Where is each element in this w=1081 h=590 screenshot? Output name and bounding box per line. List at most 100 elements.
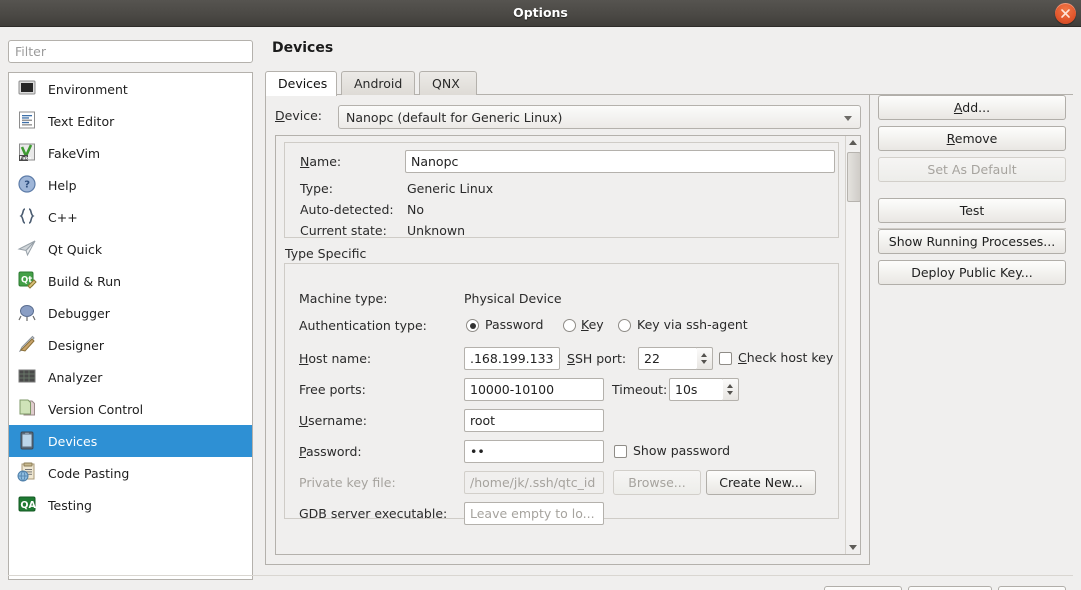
documents-icon <box>19 399 35 416</box>
help-icon: ? <box>18 175 36 193</box>
device-phone-icon <box>20 431 34 450</box>
scroll-down-button[interactable] <box>846 540 860 554</box>
autodetected-label: Auto-detected: <box>300 202 394 217</box>
sidebar-item-label: Testing <box>48 497 92 513</box>
qa-icon: QA <box>18 496 36 512</box>
radio-password[interactable] <box>466 319 479 332</box>
sidebar-item-environment[interactable]: Environment <box>9 73 252 105</box>
chevron-down-icon <box>849 545 857 550</box>
deploy-public-key-button[interactable]: Deploy Public Key... <box>878 260 1066 285</box>
ok-button[interactable]: OK <box>998 586 1066 590</box>
code-pasting-icon <box>17 462 39 484</box>
password-label: Password: <box>299 444 362 459</box>
sidebar-item-version-control[interactable]: Version Control <box>9 393 252 425</box>
host-name-label: Host name: <box>299 351 372 366</box>
sidebar-item-label: Qt Quick <box>48 241 103 257</box>
browse-button: Browse... <box>613 470 701 495</box>
add-button[interactable]: Add... <box>878 95 1066 120</box>
sidebar-item-label: C++ <box>48 209 78 225</box>
help-icon: ? <box>17 174 39 196</box>
scrollbar-thumb[interactable] <box>847 152 860 202</box>
designer-icon <box>18 335 35 353</box>
sidebar-item-help[interactable]: ? Help <box>9 169 252 201</box>
timeout-stepper[interactable] <box>723 378 739 401</box>
svg-text:QA: QA <box>20 500 36 511</box>
scroll-up-button[interactable] <box>846 136 860 150</box>
sidebar-item-testing[interactable]: QA Testing <box>9 489 252 521</box>
dialog-buttonbar: Apply Cancel OK <box>0 575 1081 590</box>
actions-divider <box>878 228 1066 229</box>
sidebar-item-label: FakeVim <box>48 145 101 161</box>
braces-icon <box>19 208 35 224</box>
ssh-port-stepper[interactable] <box>697 347 713 370</box>
type-specific-caption: Type Specific <box>285 246 367 261</box>
free-ports-input[interactable] <box>464 378 604 401</box>
sidebar-item-build-run[interactable]: Qt Build & Run <box>9 265 252 297</box>
password-input[interactable] <box>464 440 604 463</box>
sidebar-item-analyzer[interactable]: Analyzer <box>9 361 252 393</box>
tab-qnx[interactable]: QNX <box>419 71 477 95</box>
radio-key[interactable] <box>563 319 576 332</box>
create-new-button[interactable]: Create New... <box>706 470 816 495</box>
tab-android[interactable]: Android <box>341 71 415 95</box>
sidebar-item-label: Build & Run <box>48 273 122 289</box>
qt-build-icon: Qt <box>18 271 37 289</box>
titlebar: Options <box>0 0 1081 27</box>
sidebar-item-label: Debugger <box>48 305 110 321</box>
sidebar-item-text-editor[interactable]: Text Editor <box>9 105 252 137</box>
host-name-input[interactable] <box>464 347 560 370</box>
device-details-content: Name: Type: Generic Linux Auto-detected:… <box>276 136 847 554</box>
sidebar[interactable]: Environment Text Editor Fake FakeVim ? Help C+… <box>8 72 253 580</box>
sidebar-item-label: Environment <box>48 81 128 97</box>
chevron-down-icon <box>844 116 852 121</box>
device-details-scrollarea: Name: Type: Generic Linux Auto-detected:… <box>275 135 861 555</box>
device-phone-icon <box>17 430 39 452</box>
username-input[interactable] <box>464 409 604 432</box>
search-input[interactable] <box>8 40 253 63</box>
tab-devices[interactable]: Devices <box>265 71 337 96</box>
timeout-input[interactable] <box>669 378 724 401</box>
sidebar-item-qt-quick[interactable]: Qt Quick <box>9 233 252 265</box>
machine-type-value: Physical Device <box>464 291 562 306</box>
chevron-up-icon <box>701 353 707 357</box>
test-button[interactable]: Test <box>878 198 1066 223</box>
device-combobox[interactable]: Nanopc (default for Generic Linux) <box>338 105 861 129</box>
check-host-key-checkbox[interactable] <box>719 352 732 365</box>
ssh-port-input[interactable] <box>638 347 698 370</box>
apply-button[interactable]: Apply <box>824 586 902 590</box>
sidebar-item-c[interactable]: C++ <box>9 201 252 233</box>
show-password-label: Show password <box>633 443 731 458</box>
set-as-default-button: Set As Default <box>878 157 1066 182</box>
close-icon[interactable] <box>1055 3 1076 24</box>
page-title: Devices <box>272 40 334 56</box>
show-running-processes-button[interactable]: Show Running Processes... <box>878 229 1066 254</box>
show-password-checkbox[interactable] <box>614 445 627 458</box>
sidebar-item-debugger[interactable]: Debugger <box>9 297 252 329</box>
sidebar-item-designer[interactable]: Designer <box>9 329 252 361</box>
device-selector-row: Device: Nanopc (default for Generic Linu… <box>275 105 861 129</box>
gdb-server-input[interactable] <box>464 502 604 525</box>
analyzer-icon <box>17 366 39 388</box>
device-name-input[interactable] <box>405 150 835 173</box>
scrollbar-vertical[interactable] <box>845 136 860 554</box>
private-key-file-input[interactable] <box>464 471 604 494</box>
type-value: Generic Linux <box>407 181 494 196</box>
sidebar-item-devices[interactable]: Devices <box>9 425 252 457</box>
dialog-body: Environment Text Editor Fake FakeVim ? Help C+… <box>0 27 1081 590</box>
bug-icon <box>17 302 39 324</box>
fakevim-icon: Fake <box>17 142 39 164</box>
sidebar-item-code-pasting[interactable]: Code Pasting <box>9 457 252 489</box>
remove-button[interactable]: Remove <box>878 126 1066 151</box>
accel-char: R <box>946 131 955 146</box>
cancel-button[interactable]: Cancel <box>908 586 992 590</box>
free-ports-label: Free ports: <box>299 382 366 397</box>
device-combobox-value: Nanopc (default for Generic Linux) <box>346 110 563 125</box>
radio-key-ssh-agent[interactable] <box>618 319 631 332</box>
tabbar: Devices Android QNX <box>265 71 1073 96</box>
current-state-label: Current state: <box>300 223 387 238</box>
name-label: Name: <box>300 154 342 169</box>
type-label: Type: <box>300 181 333 196</box>
sidebar-item-fakevim[interactable]: Fake FakeVim <box>9 137 252 169</box>
gdb-server-label: GDB server executable: <box>299 506 448 521</box>
device-label: Device: <box>275 108 322 123</box>
